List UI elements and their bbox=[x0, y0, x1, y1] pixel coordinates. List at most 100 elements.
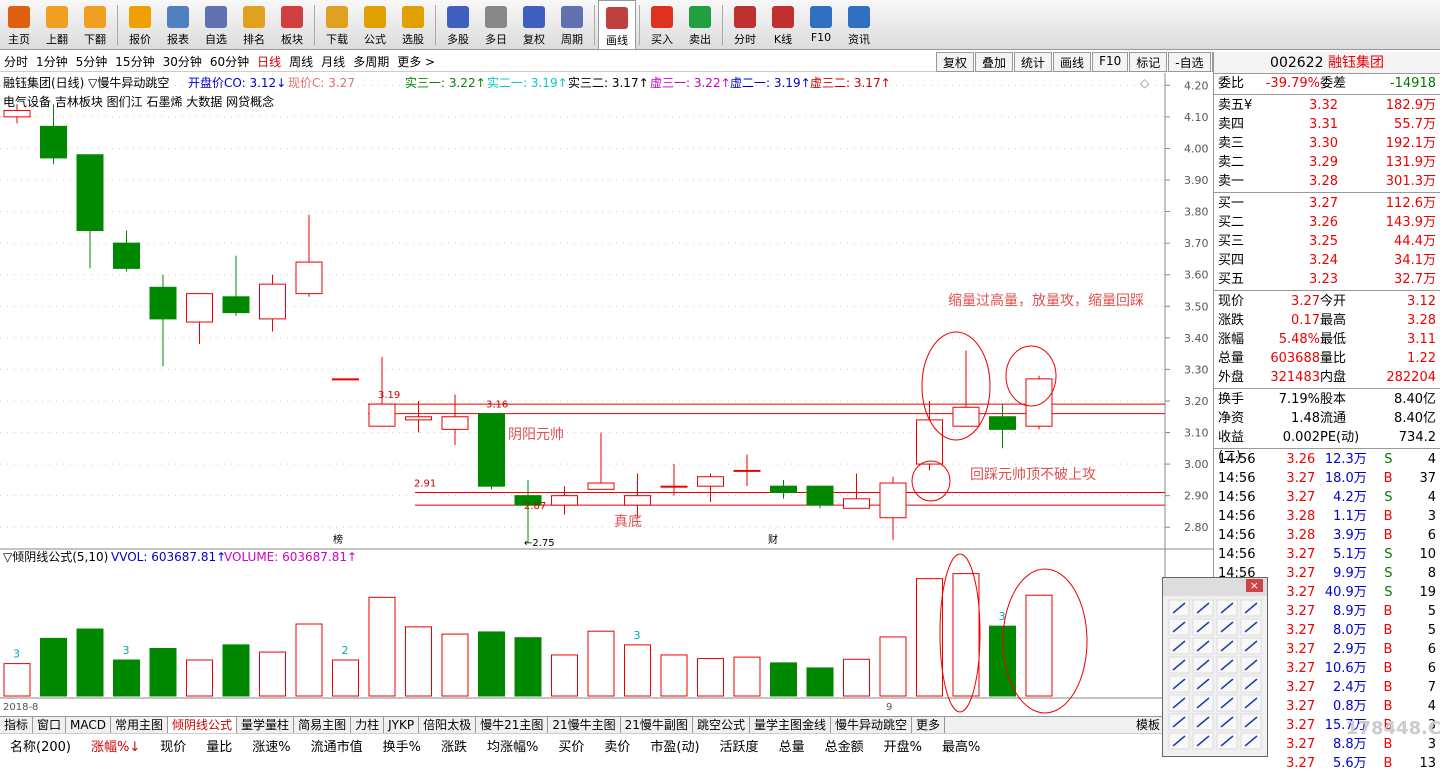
toolbar-f8-button[interactable]: 周期 bbox=[553, 0, 591, 50]
column-header-cell[interactable]: 流通市值 bbox=[301, 736, 373, 755]
tab-力柱[interactable]: 力柱 bbox=[351, 717, 385, 733]
column-header-cell[interactable]: 买价 bbox=[548, 736, 594, 755]
period-多周期[interactable]: 多周期 bbox=[349, 53, 393, 70]
quote-cell: 换手 bbox=[1218, 392, 1245, 407]
toolbar-multi-stock-button[interactable]: 多股 bbox=[439, 0, 477, 50]
palette-tools[interactable] bbox=[1163, 596, 1267, 756]
chart-menu-button[interactable]: 画线 bbox=[1053, 52, 1092, 72]
toolbar-separator bbox=[594, 5, 595, 45]
column-header-cell[interactable]: 活跃度 bbox=[710, 736, 769, 755]
toolbar-label: F10 bbox=[810, 31, 832, 44]
tab-慢牛异动跳空[interactable]: 慢牛异动跳空 bbox=[831, 717, 912, 733]
chart-menu-button[interactable]: 标记 bbox=[1129, 52, 1168, 72]
quote-cell: B bbox=[1383, 680, 1393, 695]
tab-JYKP[interactable]: JYKP bbox=[384, 717, 420, 733]
quote-cell: 603688 bbox=[1270, 351, 1320, 366]
volume-label-num: 3 bbox=[123, 644, 130, 657]
chart-menu-button[interactable]: -自选 bbox=[1168, 52, 1211, 72]
tab-量学量柱[interactable]: 量学量柱 bbox=[237, 717, 295, 733]
column-header-cell[interactable]: 卖价 bbox=[594, 736, 640, 755]
toolbar-f6-button[interactable]: 自选 bbox=[197, 0, 235, 50]
column-header-cell[interactable]: 涨幅%↓ bbox=[81, 736, 150, 755]
toolbar-draw-line-button[interactable]: 画线 bbox=[598, 0, 636, 50]
toolbar-f10-button[interactable]: F10 bbox=[802, 0, 840, 50]
column-header-cell[interactable]: 开盘% bbox=[874, 736, 932, 755]
period-15分钟[interactable]: 15分钟 bbox=[111, 53, 158, 70]
column-header-cell[interactable]: 涨速% bbox=[242, 736, 300, 755]
toolbar-buy-button[interactable]: 买入 bbox=[643, 0, 681, 50]
chart-menu-button[interactable]: 复权 bbox=[936, 52, 975, 72]
draw-tool-icon bbox=[1192, 732, 1214, 750]
draw-tool-icon bbox=[1192, 675, 1214, 693]
column-header-cell[interactable]: 量比 bbox=[196, 736, 242, 755]
toolbar-home-button[interactable]: 主页 bbox=[0, 0, 38, 50]
tab-21慢牛副图[interactable]: 21慢牛副图 bbox=[621, 717, 693, 733]
tab-倍阳太极[interactable]: 倍阳太极 bbox=[419, 717, 477, 733]
chart-menu-button[interactable]: F10 bbox=[1092, 52, 1129, 72]
tick-row: 14:56 3.27 5.1万 S 10 bbox=[1214, 545, 1440, 564]
toolbar-download-button[interactable]: 下载 bbox=[318, 0, 356, 50]
tab-更多[interactable]: 更多 bbox=[912, 717, 945, 733]
quote-cell: 0.8万 bbox=[1332, 699, 1367, 714]
tab-窗口[interactable]: 窗口 bbox=[33, 717, 67, 733]
toolbar-arrow-up-button[interactable]: 上翻 bbox=[38, 0, 76, 50]
toolbar-formula-button[interactable]: 公式 bbox=[356, 0, 394, 50]
period-更多 >[interactable]: 更多 > bbox=[393, 53, 439, 70]
vvol-label: VVOL: 603687.81↑ bbox=[111, 550, 226, 564]
quote-cell: 买四 bbox=[1218, 253, 1245, 268]
y-tick-label: 3.80 bbox=[1184, 206, 1209, 219]
toolbar-block-button[interactable]: 板块 bbox=[273, 0, 311, 50]
toolbar-kline-button[interactable]: K线 bbox=[764, 0, 802, 50]
column-header-cell[interactable]: 市盈(动) bbox=[640, 736, 709, 755]
tab-慢牛21主图[interactable]: 慢牛21主图 bbox=[476, 717, 549, 733]
period-1分钟[interactable]: 1分钟 bbox=[32, 53, 72, 70]
quote-cell: 18.0万 bbox=[1324, 471, 1367, 486]
column-header-cell[interactable]: 现价 bbox=[150, 736, 196, 755]
palette-close-icon[interactable]: × bbox=[1245, 579, 1263, 592]
column-header-cell[interactable]: 最高% bbox=[932, 736, 990, 755]
volume-bar bbox=[770, 662, 797, 697]
tab-量学主图金线[interactable]: 量学主图金线 bbox=[750, 717, 831, 733]
column-header-cell[interactable]: 均涨幅% bbox=[477, 736, 548, 755]
buy-row: 买一 3.27 112.6万 bbox=[1214, 194, 1440, 213]
tab-跳空公式[interactable]: 跳空公式 bbox=[693, 717, 750, 733]
tab-常用主图[interactable]: 常用主图 bbox=[111, 717, 169, 733]
period-月线[interactable]: 月线 bbox=[317, 53, 349, 70]
chart-menu-button[interactable]: 叠加 bbox=[975, 52, 1014, 72]
toolbar-yen-button[interactable]: 报价 bbox=[121, 0, 159, 50]
period-30分钟[interactable]: 30分钟 bbox=[159, 53, 206, 70]
period-分时[interactable]: 分时 bbox=[0, 53, 32, 70]
tab-指标[interactable]: 指标 bbox=[0, 717, 34, 733]
toolbar-separator bbox=[314, 5, 315, 45]
kline-chart-area[interactable]: 4.20 4.10 4.00 3.90 3.80 3.70 3.60 3.50 3.40 3.30… bbox=[0, 73, 1213, 716]
toolbar-rank-button[interactable]: 排名 bbox=[235, 0, 273, 50]
period-60分钟[interactable]: 60分钟 bbox=[206, 53, 253, 70]
period-周线[interactable]: 周线 bbox=[285, 53, 317, 70]
column-header-cell[interactable]: 涨跌 bbox=[431, 736, 477, 755]
column-header-cell[interactable]: 总金额 bbox=[815, 736, 874, 755]
tab-template[interactable]: 模板 bbox=[1132, 717, 1165, 733]
period-5分钟[interactable]: 5分钟 bbox=[72, 53, 112, 70]
column-header-cell[interactable]: 总量 bbox=[769, 736, 815, 755]
column-header-cell[interactable]: 换手% bbox=[373, 736, 431, 755]
column-header-cell[interactable]: 名称(200) bbox=[0, 736, 81, 755]
tab-倾阴线公式[interactable]: 倾阴线公式 bbox=[168, 717, 238, 733]
period-日线[interactable]: 日线 bbox=[253, 53, 285, 70]
tab-21慢牛主图[interactable]: 21慢牛主图 bbox=[548, 717, 621, 733]
toolbar-select-stock-button[interactable]: 选股 bbox=[394, 0, 432, 50]
chart-title: 融钰集团(日线) ▽慢牛异动跳空 bbox=[3, 75, 169, 90]
kline-chart-svg[interactable]: 4.20 4.10 4.00 3.90 3.80 3.70 3.60 3.50 3.40 3.30… bbox=[0, 73, 1213, 716]
toolbar-arrow-down-button[interactable]: 下翻 bbox=[76, 0, 114, 50]
toolbar-intraday-button[interactable]: 分时 bbox=[726, 0, 764, 50]
tab-简易主图[interactable]: 简易主图 bbox=[294, 717, 352, 733]
toolbar-report-button[interactable]: 报表 bbox=[159, 0, 197, 50]
toolbar-news-button[interactable]: 资讯 bbox=[840, 0, 878, 50]
quote-cell: 3.26 bbox=[1286, 452, 1316, 467]
quote-cell: 55.7万 bbox=[1394, 117, 1436, 132]
chart-menu-button[interactable]: 统计 bbox=[1014, 52, 1053, 72]
toolbar-restore-button[interactable]: 复权 bbox=[515, 0, 553, 50]
toolbar-clock-button[interactable]: 多日 bbox=[477, 0, 515, 50]
quote-cell: 1.48 bbox=[1291, 411, 1320, 426]
tab-MACD[interactable]: MACD bbox=[66, 717, 112, 733]
toolbar-sell-button[interactable]: 卖出 bbox=[681, 0, 719, 50]
